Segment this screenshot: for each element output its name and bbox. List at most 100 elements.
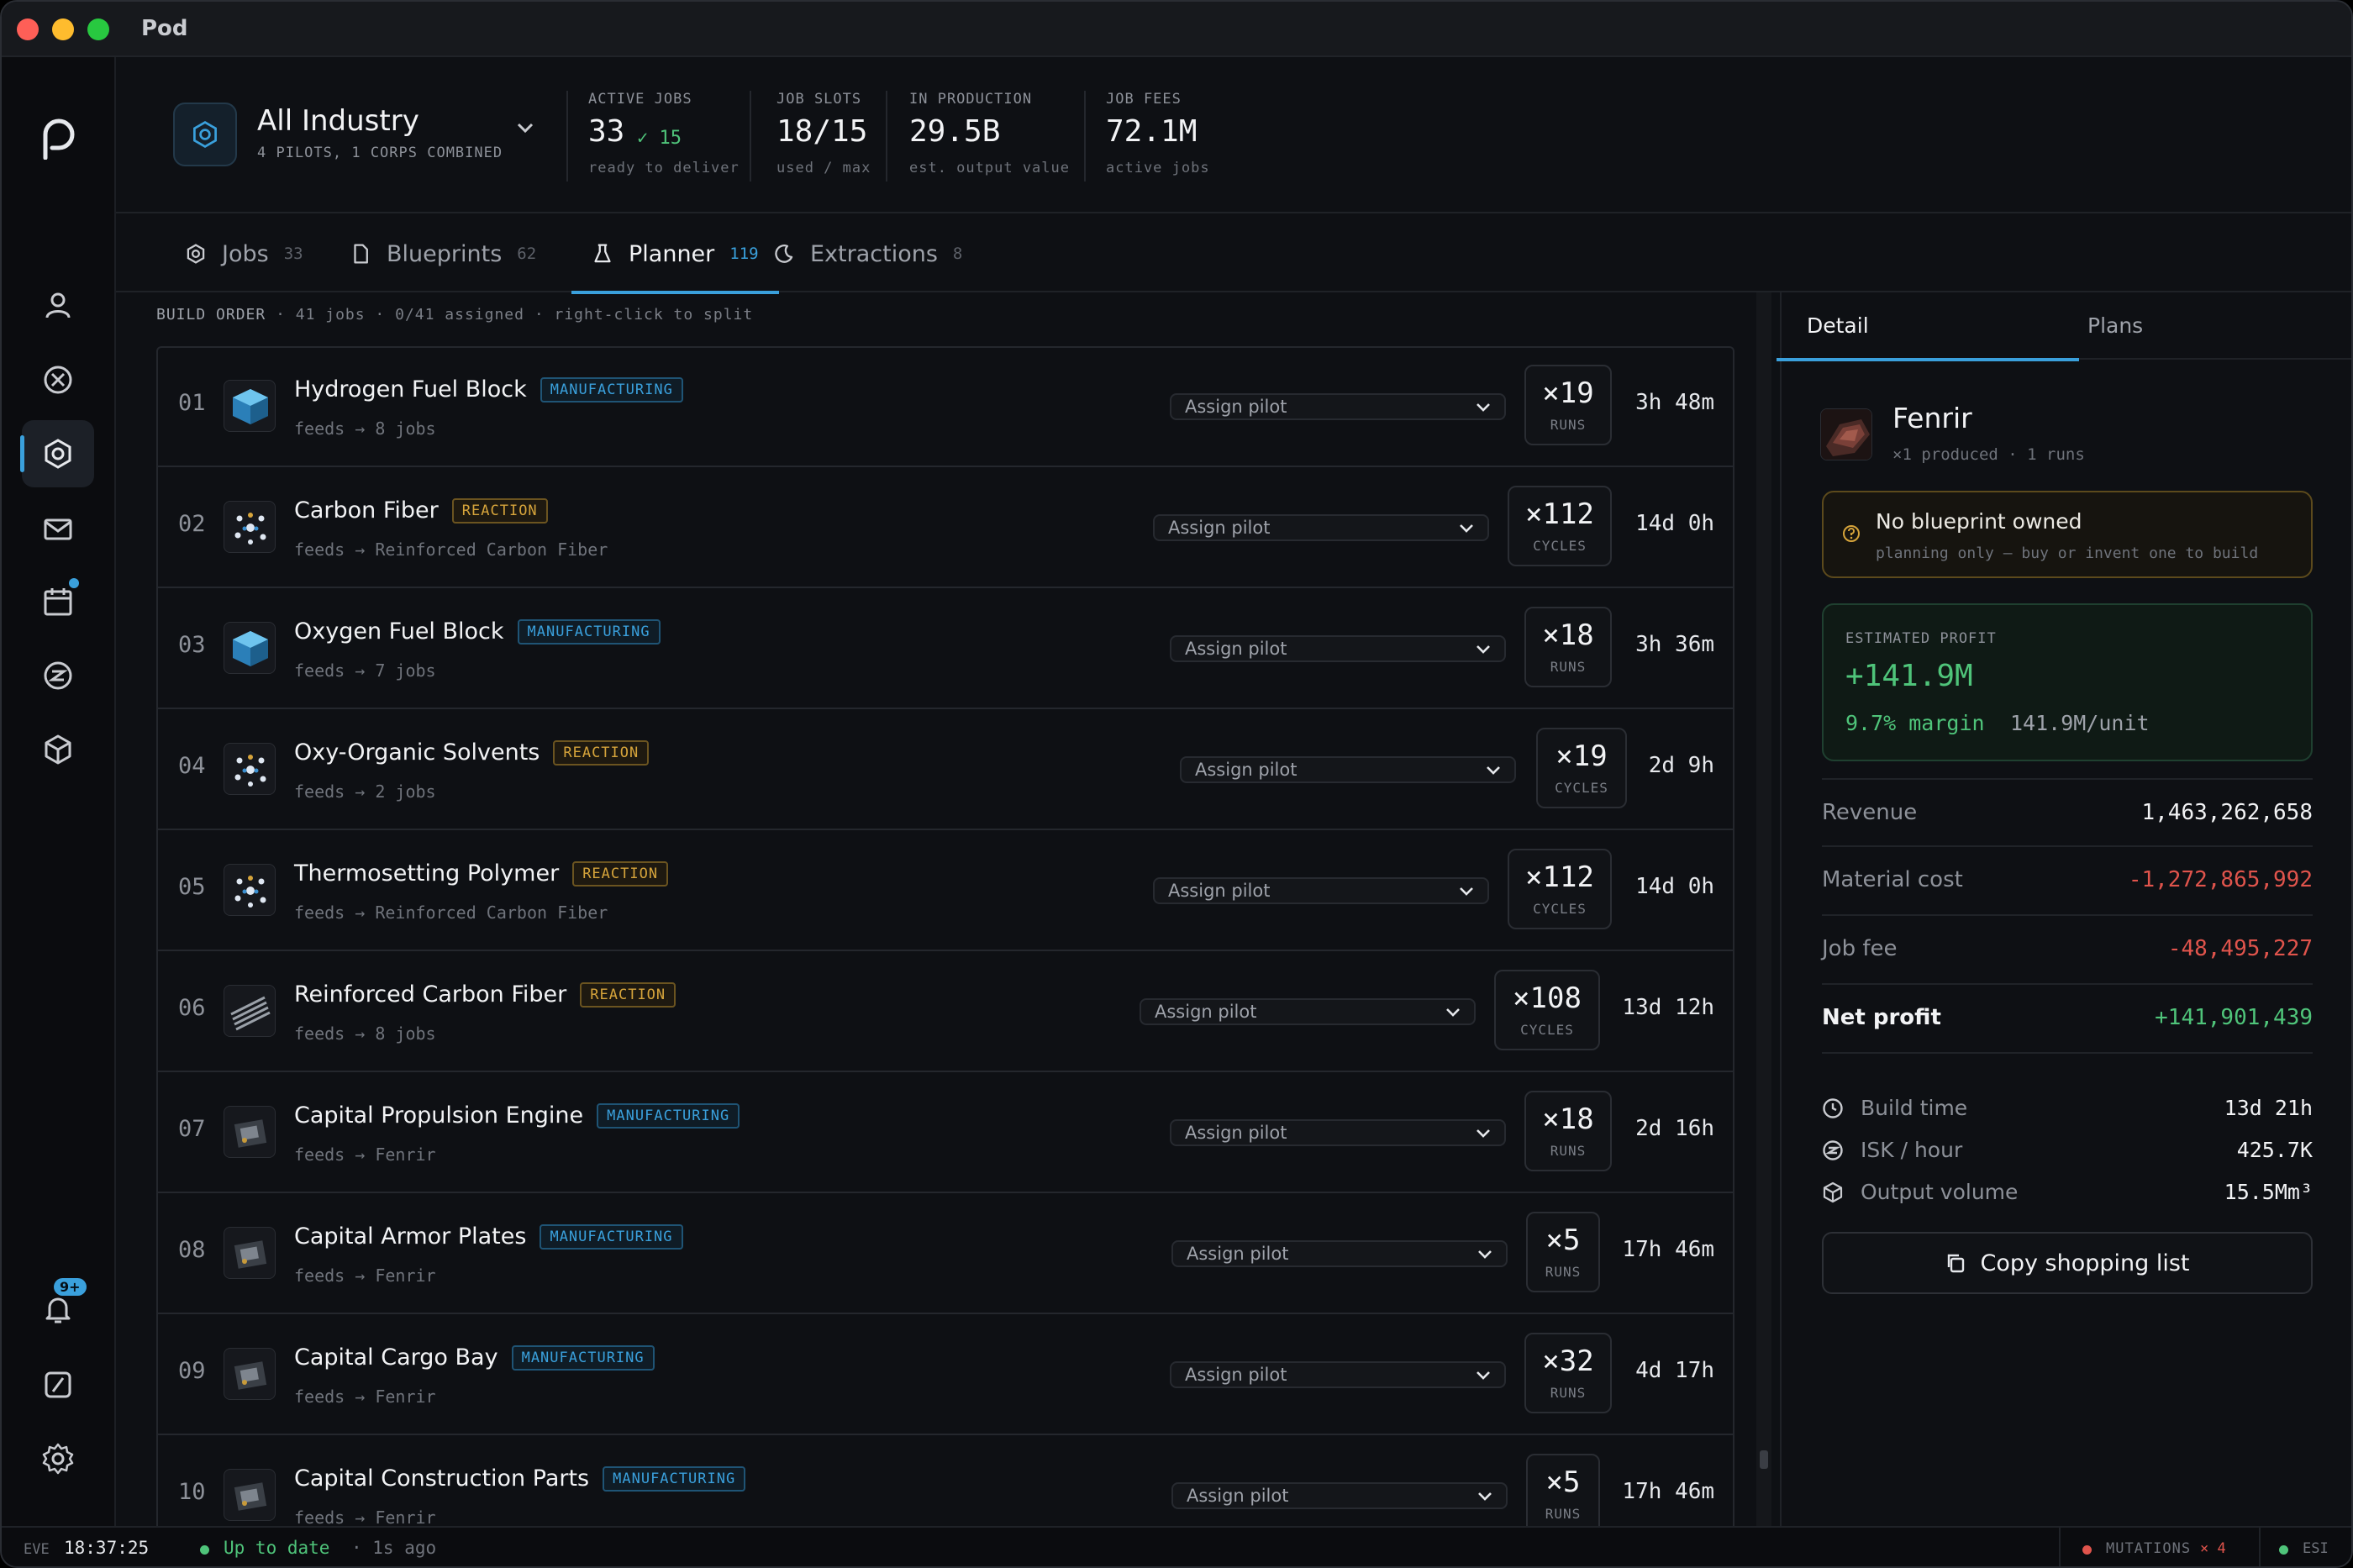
runs-counter[interactable]: ×19 CYCLES xyxy=(1536,728,1627,808)
tab-blueprints[interactable]: Blueprints 62 xyxy=(350,215,536,292)
row-name: Capital Cargo Bay MANUFACTURING xyxy=(294,1344,655,1371)
no-blueprint-subtitle: planning only — buy or invent one to bui… xyxy=(1876,545,2259,562)
chevron-down-icon xyxy=(1478,1250,1492,1259)
nav-corporations-button[interactable] xyxy=(22,346,94,413)
build-order-row[interactable]: 10 Capital Construction Parts MANUFACTURIN… xyxy=(158,1437,1733,1526)
build-order-row[interactable]: 03 Oxygen Fuel Block MANUFACTURING feeds → … xyxy=(158,590,1733,709)
tab-jobs[interactable]: Jobs 33 xyxy=(185,215,303,292)
job-type-badge: MANUFACTURING xyxy=(597,1103,740,1129)
build-order-row[interactable]: 04 Oxy-Organic Solvents REACTION feeds → 2 … xyxy=(158,711,1733,830)
chevron-down-icon xyxy=(1487,766,1500,775)
scrollbar-thumb[interactable] xyxy=(1760,1450,1768,1469)
minimize-window-button[interactable] xyxy=(52,18,74,40)
fin-value: 1,463,262,658 xyxy=(2141,800,2314,825)
build-order-title: BUILD ORDER xyxy=(156,306,266,324)
runs-counter[interactable]: ×19 RUNS xyxy=(1524,365,1612,445)
runs-counter[interactable]: ×18 RUNS xyxy=(1524,1091,1612,1171)
build-order-row[interactable]: 05 Thermosetting Polymer REACTION feeds → R… xyxy=(158,832,1733,951)
build-order-row[interactable]: 07 Capital Propulsion Engine MANUFACTURING… xyxy=(158,1074,1733,1193)
stat-label: JOB FEES xyxy=(1106,91,1182,108)
esi-label[interactable]: ESI xyxy=(2303,1540,2329,1557)
profit-per-unit: 141.9M/unit xyxy=(2010,711,2150,735)
nav-industry-button[interactable] xyxy=(20,420,94,487)
item-name: Capital Construction Parts xyxy=(294,1465,590,1492)
nav-assets-button[interactable] xyxy=(22,716,94,783)
meta-label: ISK / hour xyxy=(1861,1138,1963,1162)
crossed-circle-icon xyxy=(44,366,72,394)
build-order-row[interactable]: 09 Capital Cargo Bay MANUFACTURING feeds → … xyxy=(158,1316,1733,1435)
runs-unit: CYCLES xyxy=(1533,901,1587,917)
close-window-button[interactable] xyxy=(17,18,39,40)
app-window: Pod 9+ All Industry 4 PILOTS, 1 CORPS CO… xyxy=(0,0,2353,1568)
tab-extractions[interactable]: Extractions 8 xyxy=(773,215,962,292)
tab-plans[interactable]: Plans xyxy=(2087,292,2143,360)
tab-planner[interactable]: Planner 119 xyxy=(571,215,779,294)
divider xyxy=(886,91,887,182)
runs-counter[interactable]: ×112 CYCLES xyxy=(1508,849,1612,929)
nav-wallet-button[interactable] xyxy=(22,642,94,709)
panel-splitter[interactable] xyxy=(1756,292,1771,1526)
assign-pilot-placeholder: Assign pilot xyxy=(1187,1244,1289,1264)
build-order-row[interactable]: 01 Hydrogen Fuel Block MANUFACTURING feeds … xyxy=(158,348,1733,467)
copy-shopping-list-button[interactable]: Copy shopping list xyxy=(1822,1232,2313,1294)
sync-status-dot xyxy=(200,1545,209,1555)
runs-counter[interactable]: ×108 CYCLES xyxy=(1494,970,1600,1050)
tab-label: Planner xyxy=(629,240,715,267)
nav-pilots-button[interactable] xyxy=(22,272,94,339)
notification-count-badge: 9+ xyxy=(54,1278,87,1296)
no-blueprint-warning: No blueprint owned planning only — buy o… xyxy=(1822,491,2313,578)
moon-icon xyxy=(775,245,793,263)
assign-pilot-placeholder: Assign pilot xyxy=(1185,1123,1287,1143)
assign-pilot-select[interactable]: Assign pilot xyxy=(1171,1240,1508,1267)
runs-counter[interactable]: ×5 RUNS xyxy=(1526,1212,1600,1292)
runs-counter[interactable]: ×112 CYCLES xyxy=(1508,486,1612,566)
row-feeds: feeds → Fenrir xyxy=(294,1386,436,1407)
fin-value: +141,901,439 xyxy=(2155,1005,2313,1030)
nav-mail-button[interactable] xyxy=(22,496,94,563)
runs-counter[interactable]: ×18 RUNS xyxy=(1524,607,1612,687)
nav-calendar-button[interactable] xyxy=(22,568,94,635)
runs-unit: RUNS xyxy=(1545,1264,1582,1280)
build-order-row[interactable]: 06 Reinforced Carbon Fiber REACTION feeds →… xyxy=(158,953,1733,1072)
assign-pilot-select[interactable]: Assign pilot xyxy=(1180,756,1516,783)
active-jobs-value: 33 xyxy=(588,114,625,149)
fin-row-job-fee: Job fee -48,495,227 xyxy=(1822,916,2313,985)
maximize-window-button[interactable] xyxy=(87,18,109,40)
assign-pilot-select[interactable]: Assign pilot xyxy=(1170,635,1506,662)
fuel-block-icon xyxy=(224,380,276,432)
assign-pilot-select[interactable]: Assign pilot xyxy=(1170,1361,1506,1388)
row-number: 07 xyxy=(178,1116,206,1142)
assign-pilot-select[interactable]: Assign pilot xyxy=(1140,998,1476,1025)
runs-value: ×32 xyxy=(1542,1344,1594,1378)
tab-detail[interactable]: Detail xyxy=(1777,292,2078,361)
detail-tabs: Detail Plans xyxy=(1777,292,2351,361)
nav-settings-button[interactable] xyxy=(22,1425,94,1492)
runs-counter[interactable]: ×5 RUNS xyxy=(1526,1454,1600,1526)
org-name[interactable]: All Industry xyxy=(257,104,419,138)
build-order-row[interactable]: 02 Carbon Fiber REACTION feeds → Reinforced… xyxy=(158,469,1733,588)
meta-output-volume: Output volume 15.5Mm³ xyxy=(1822,1176,2313,1210)
build-order-row[interactable]: 08 Capital Armor Plates MANUFACTURING feeds… xyxy=(158,1195,1733,1314)
tab-count: 33 xyxy=(283,245,303,263)
org-selector-icon[interactable] xyxy=(173,103,237,166)
row-name: Thermosetting Polymer REACTION xyxy=(294,860,669,887)
chevron-down-icon xyxy=(1477,1371,1490,1380)
row-feeds: feeds → 8 jobs xyxy=(294,418,436,439)
assign-pilot-select[interactable]: Assign pilot xyxy=(1153,514,1489,541)
assign-pilot-select[interactable]: Assign pilot xyxy=(1171,1482,1508,1509)
assign-pilot-select[interactable]: Assign pilot xyxy=(1170,393,1506,420)
runs-counter[interactable]: ×32 RUNS xyxy=(1524,1333,1612,1413)
assign-pilot-select[interactable]: Assign pilot xyxy=(1153,877,1489,904)
clock-icon xyxy=(1823,1098,1843,1118)
assign-pilot-placeholder: Assign pilot xyxy=(1187,1486,1289,1506)
row-duration: 3h 48m xyxy=(1635,390,1714,415)
row-feeds: feeds → Fenrir xyxy=(294,1144,436,1165)
assign-pilot-select[interactable]: Assign pilot xyxy=(1170,1119,1506,1146)
profit-value: +141.9M xyxy=(1845,659,1973,693)
nav-activity-button[interactable] xyxy=(22,1351,94,1418)
chevron-down-icon[interactable] xyxy=(516,121,534,134)
mutations-label[interactable]: MUTATIONS xyxy=(2106,1540,2191,1557)
fiber-icon xyxy=(224,985,276,1037)
gauge-icon xyxy=(45,1371,71,1398)
row-duration: 2d 16h xyxy=(1635,1116,1714,1141)
